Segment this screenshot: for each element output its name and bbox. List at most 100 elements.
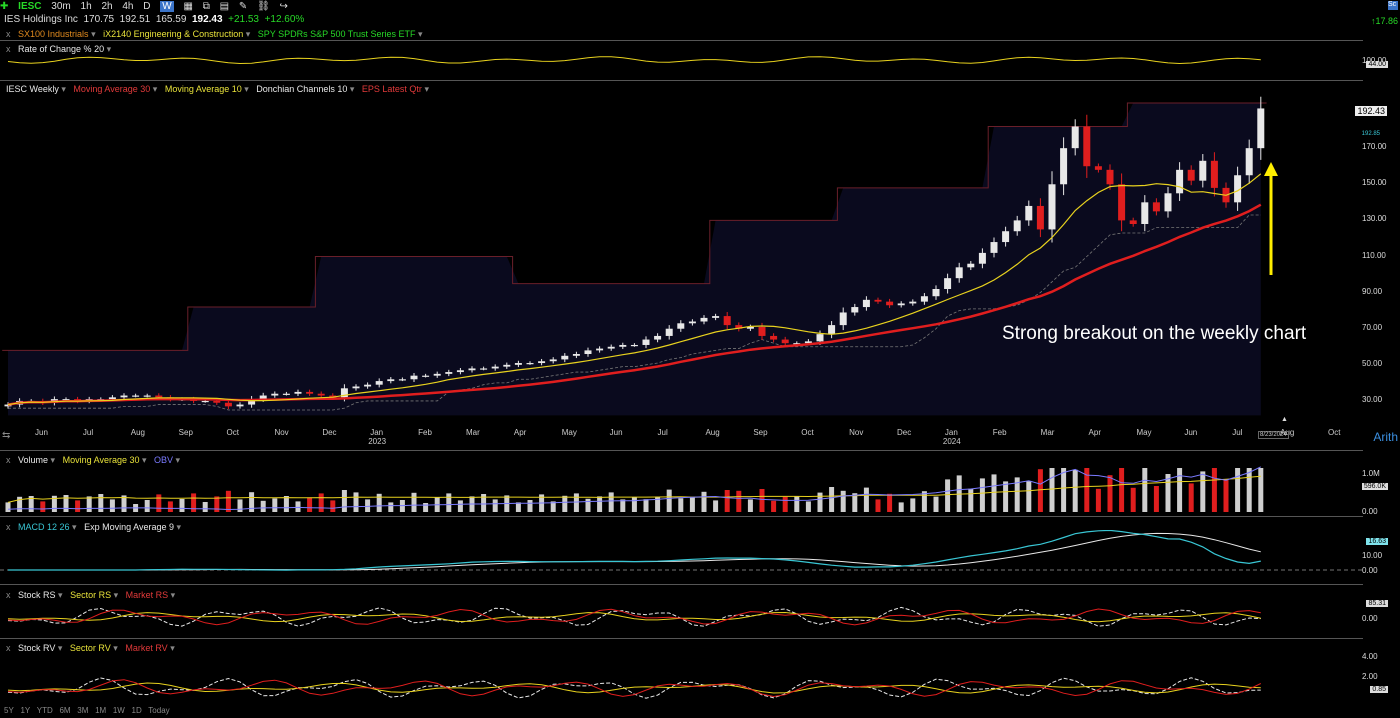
candle <box>282 393 290 395</box>
candle <box>862 299 870 308</box>
volume-bar <box>1049 468 1055 512</box>
macd-chart <box>0 530 1363 571</box>
volume-bar <box>1107 475 1113 512</box>
candle <box>352 386 360 389</box>
volume-bar <box>573 493 579 512</box>
candle <box>607 346 615 349</box>
range-3m[interactable]: 3M <box>77 706 88 715</box>
symbol-label[interactable]: IESC <box>18 1 41 12</box>
quote-change: +21.53 <box>228 14 259 25</box>
volume-tick-1m: 1.0M <box>1362 469 1380 478</box>
scroll-left-icon[interactable]: ⇆ <box>2 430 10 441</box>
draw-icon[interactable]: ✎ <box>239 1 247 12</box>
separator <box>0 638 1363 639</box>
roc-tick-44: 44.00 <box>1366 61 1388 68</box>
candle <box>236 404 244 407</box>
candle <box>294 391 302 394</box>
link-icon[interactable]: ⛓ <box>257 1 270 12</box>
range-ytd[interactable]: YTD <box>37 706 53 715</box>
volume-bar <box>446 493 452 512</box>
y-tick-label: 70.00 <box>1362 322 1383 332</box>
price-chart[interactable]: Strong breakout on the weekly chart <box>0 92 1363 422</box>
volume-bar <box>423 503 429 512</box>
volume-bar <box>283 496 289 512</box>
candle <box>642 339 650 345</box>
x-tick-label: Jun <box>609 428 623 437</box>
candle <box>630 344 638 347</box>
volume-bar <box>5 502 11 512</box>
indicator-icon[interactable]: ▤ <box>220 1 229 12</box>
interval-4h[interactable]: 4h <box>122 1 133 12</box>
interval-1h[interactable]: 1h <box>81 1 92 12</box>
range-1y[interactable]: 1Y <box>20 706 30 715</box>
separator <box>0 584 1363 585</box>
interval-d[interactable]: D <box>143 1 150 12</box>
candle <box>978 252 986 264</box>
candle <box>1257 108 1265 149</box>
comparison-industry[interactable]: iX2140 Engineering & Construction <box>103 29 243 39</box>
candle <box>1187 169 1195 181</box>
volume-bar <box>225 490 231 512</box>
volume-bar <box>527 500 533 512</box>
scale-mode[interactable]: Arith <box>1373 430 1398 444</box>
comparison-line: x SX100 Industrials ▾ iX2140 Engineering… <box>6 29 423 39</box>
date-tag: 8/23/2024 <box>1258 431 1289 439</box>
volume-bar <box>1119 468 1125 512</box>
interval-30m[interactable]: 30m <box>51 1 70 12</box>
volume-bar <box>353 492 359 512</box>
sc-icon[interactable]: Sc <box>1388 1 1398 10</box>
add-symbol-icon[interactable]: ✚ <box>0 1 8 12</box>
x-tick-label: Aug <box>705 428 720 437</box>
x-tick-label: Aug <box>130 428 145 437</box>
comparison-sector[interactable]: SX100 Industrials <box>18 29 89 39</box>
interval-w[interactable]: W <box>160 1 174 12</box>
candle <box>1002 231 1010 243</box>
compare-icon[interactable]: ⧉ <box>203 1 210 12</box>
interval-2h[interactable]: 2h <box>101 1 112 12</box>
candle <box>1013 220 1021 232</box>
range-1w[interactable]: 1W <box>113 706 125 715</box>
volume-bar <box>608 492 614 512</box>
comparison-spy[interactable]: SPY SPDRs S&P 500 Trust Series ETF <box>258 29 416 39</box>
volume-bar <box>666 489 672 512</box>
range-today[interactable]: Today <box>148 706 169 715</box>
close-comparisons-icon[interactable]: x <box>6 29 11 39</box>
volume-bar <box>945 479 951 512</box>
candle <box>712 316 720 318</box>
volume-bar <box>1026 481 1032 512</box>
volume-tick-596k: 596.0K <box>1361 483 1388 490</box>
candle <box>897 303 905 306</box>
chart-type-icon[interactable]: ▦ <box>184 1 193 12</box>
range-6m[interactable]: 6M <box>59 706 70 715</box>
y-tick-label: 150.00 <box>1362 178 1387 188</box>
breakout-arrow-head <box>1264 162 1278 176</box>
share-icon[interactable]: ↪ <box>280 1 288 12</box>
candle <box>874 299 882 302</box>
rs-tick-85: 85.31 <box>1366 600 1388 607</box>
rv-tick-4: 4.00 <box>1362 652 1378 661</box>
volume-bar <box>272 498 278 512</box>
range-1d[interactable]: 1D <box>132 706 142 715</box>
candle <box>224 402 232 407</box>
candle <box>723 316 731 326</box>
candle <box>422 375 430 377</box>
range-5y[interactable]: 5Y <box>4 706 14 715</box>
macd-tick-0: 0.00 <box>1362 566 1378 575</box>
donchian-fill <box>8 103 1261 416</box>
volume-bar <box>1258 468 1264 512</box>
x-tick-label: Nov <box>849 428 864 437</box>
range-1m[interactable]: 1M <box>95 706 106 715</box>
candle <box>480 368 488 370</box>
volume-bar <box>515 502 521 512</box>
x-tick-label: Feb <box>418 428 432 437</box>
volume-bar <box>1153 486 1159 512</box>
candle <box>688 321 696 324</box>
x-tick-label: Oct <box>801 428 814 437</box>
volume-bar <box>991 474 997 512</box>
candle <box>700 317 708 322</box>
candle <box>665 328 673 336</box>
candle <box>596 348 604 351</box>
volume-bar <box>457 500 463 512</box>
quote-change-pct: +12.60% <box>264 14 305 25</box>
candle <box>1118 184 1126 221</box>
